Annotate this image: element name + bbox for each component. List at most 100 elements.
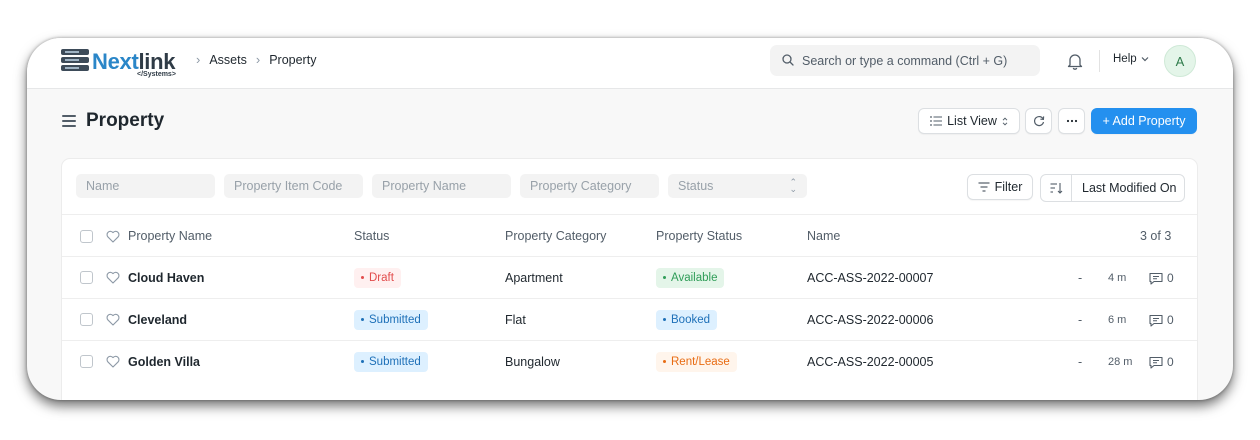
add-property-button[interactable]: + Add Property	[1091, 108, 1197, 134]
status-badge: Submitted	[354, 341, 428, 382]
status-text: Submitted	[369, 355, 421, 368]
more-actions-button[interactable]	[1058, 108, 1085, 134]
col-status[interactable]: Status	[354, 216, 389, 256]
help-label: Help	[1113, 53, 1137, 65]
filter-bar: Status ⌃⌄ Filter	[62, 159, 1197, 215]
select-caret-icon: ⌃ ⌄	[789, 177, 797, 194]
assigned-dash: -	[1078, 312, 1083, 327]
col-property-status[interactable]: Property Status	[656, 216, 742, 256]
list-card: Status ⌃⌄ Filter	[61, 158, 1198, 400]
property-status-badge: Available	[656, 257, 725, 298]
draft-pill: Draft	[354, 267, 401, 288]
select-all-checkbox[interactable]	[80, 230, 93, 243]
status-dot	[663, 276, 666, 279]
status-filter-select[interactable]: Status ⌃ ⌄	[668, 174, 807, 198]
table-row[interactable]: Cleveland Submitted Flat Booked ACC-ASS-…	[62, 298, 1197, 340]
comment-count: 0	[1167, 312, 1174, 327]
booked-pill: Booked	[656, 309, 718, 330]
navbar-divider	[1099, 50, 1100, 72]
row-checkbox[interactable]	[80, 271, 93, 284]
comment-icon[interactable]	[1149, 272, 1163, 285]
comment-icon[interactable]	[1149, 314, 1163, 327]
modified-time: 6 m	[1108, 313, 1127, 326]
search-input[interactable]	[802, 45, 1032, 76]
property-name-filter-input[interactable]	[372, 174, 511, 198]
property-status-text: Rent/Lease	[671, 355, 730, 368]
category-cell: Bungalow	[505, 354, 560, 369]
list-view-label: List View	[947, 114, 997, 128]
available-pill: Available	[656, 267, 725, 288]
status-text: Draft	[369, 271, 394, 284]
record-count: 3 of 3	[1140, 229, 1172, 243]
comment-count: 0	[1167, 270, 1174, 285]
heart-icon[interactable]	[106, 313, 120, 326]
record-name-cell: ACC-ASS-2022-00005	[807, 354, 934, 369]
status-dot	[663, 360, 666, 363]
more-icon	[1066, 119, 1077, 123]
breadcrumb-property[interactable]: Property	[269, 53, 316, 67]
chevron-right-icon: ›	[196, 52, 201, 67]
page-title: Property	[86, 110, 165, 131]
col-property-name[interactable]: Property Name	[128, 216, 212, 256]
status-dot	[663, 318, 666, 321]
breadcrumb: › Assets › Property	[187, 52, 316, 67]
category-cell: Flat	[505, 312, 526, 327]
modified-time: 4 m	[1108, 271, 1127, 284]
hamburger-icon[interactable]	[62, 115, 76, 127]
property-status-badge: Booked	[656, 299, 718, 340]
row-checkbox[interactable]	[80, 313, 93, 326]
sort-icon	[1050, 183, 1063, 194]
comment-icon[interactable]	[1149, 356, 1163, 369]
item-code-filter-input[interactable]	[224, 174, 363, 198]
row-checkbox[interactable]	[80, 355, 93, 368]
modified-time: 28 m	[1108, 355, 1133, 368]
status-dot	[361, 276, 364, 279]
table-header: Property Name Status Property Category P…	[62, 216, 1197, 256]
property-name-link[interactable]: Cloud Haven	[128, 257, 204, 298]
property-name-link[interactable]: Cleveland	[128, 299, 187, 340]
status-dot	[361, 360, 364, 363]
comment-count: 0	[1167, 354, 1174, 369]
navbar: Nextlink </Systems> › Assets › Property …	[27, 38, 1233, 89]
property-status-text: Available	[671, 271, 718, 284]
status-dot	[361, 318, 364, 321]
refresh-button[interactable]	[1025, 108, 1052, 134]
table-row[interactable]: Golden Villa Submitted Bungalow Rent/Lea…	[62, 340, 1197, 382]
breadcrumb-assets[interactable]: Assets	[209, 53, 247, 67]
help-menu[interactable]: Help	[1113, 53, 1149, 65]
logo-main: Next	[92, 49, 139, 74]
col-name[interactable]: Name	[807, 216, 840, 256]
record-name-cell: ACC-ASS-2022-00006	[807, 312, 934, 327]
list-view-button[interactable]: List View	[918, 108, 1020, 134]
heart-icon[interactable]	[106, 230, 120, 243]
name-filter-input[interactable]	[76, 174, 215, 198]
avatar[interactable]: A	[1164, 45, 1196, 77]
property-status-text: Booked	[671, 313, 711, 326]
sort-field-label[interactable]: Last Modified On	[1082, 181, 1177, 195]
chevron-down-icon	[1141, 57, 1149, 62]
filter-button[interactable]: Filter	[967, 174, 1033, 200]
heart-icon[interactable]	[106, 271, 120, 284]
server-stack-icon	[59, 47, 91, 77]
search-bar[interactable]	[770, 45, 1040, 76]
category-filter-input[interactable]	[520, 174, 659, 198]
bell-icon[interactable]	[1067, 52, 1083, 70]
filter-label: Filter	[994, 180, 1023, 194]
search-icon	[782, 54, 794, 66]
col-property-category[interactable]: Property Category	[505, 216, 606, 256]
filter-icon	[978, 182, 990, 192]
select-caret-icon	[1002, 116, 1008, 126]
table-row[interactable]: Cloud Haven Draft Apartment Available AC…	[62, 256, 1197, 298]
status-filter-placeholder: Status	[678, 179, 714, 193]
heart-icon[interactable]	[106, 355, 120, 368]
status-badge: Submitted	[354, 299, 428, 340]
status-badge: Draft	[354, 257, 401, 298]
sort-selector[interactable]: Last Modified On	[1040, 174, 1185, 202]
submitted-pill: Submitted	[354, 351, 428, 372]
category-cell: Apartment	[505, 270, 563, 285]
app-logo[interactable]: Nextlink </Systems>	[59, 47, 179, 79]
record-name-cell: ACC-ASS-2022-00007	[807, 270, 934, 285]
list-icon	[930, 116, 943, 126]
property-name-link[interactable]: Golden Villa	[128, 341, 200, 382]
sort-direction-button[interactable]	[1041, 175, 1072, 201]
